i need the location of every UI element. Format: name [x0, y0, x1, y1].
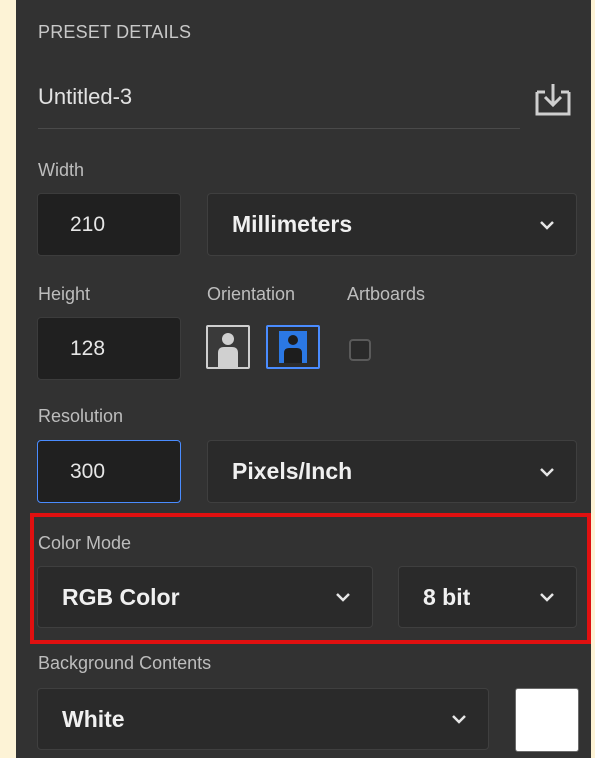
resolution-input[interactable]: 300 — [37, 440, 181, 503]
resolution-label: Resolution — [38, 406, 124, 426]
color-mode-highlight-box — [30, 513, 591, 644]
background-color-swatch[interactable] — [515, 688, 579, 752]
chevron-down-icon — [536, 218, 558, 232]
height-label: Height — [38, 284, 91, 304]
preset-details-title: PRESET DETAILS — [38, 22, 192, 42]
portrait-orientation-button[interactable] — [206, 325, 250, 369]
background-contents-value: White — [62, 705, 125, 732]
chevron-down-icon — [536, 465, 558, 479]
document-name-field[interactable]: Untitled-3 — [38, 84, 132, 110]
portrait-icon — [208, 327, 248, 367]
width-unit-dropdown[interactable]: Millimeters — [207, 193, 577, 256]
preset-details-panel: PRESET DETAILS Untitled-3 Width 210 Mill… — [16, 0, 591, 758]
width-label: Width — [38, 160, 85, 180]
height-input[interactable]: 128 — [37, 317, 181, 380]
resolution-unit-value: Pixels/Inch — [232, 458, 353, 484]
chevron-down-icon — [448, 712, 470, 726]
width-input[interactable]: 210 — [37, 193, 181, 256]
artboards-checkbox[interactable] — [349, 339, 371, 361]
save-preset-icon[interactable] — [533, 82, 573, 118]
background-contents-label: Background Contents — [38, 653, 212, 673]
orientation-label: Orientation — [207, 284, 296, 304]
background-contents-dropdown[interactable]: White — [37, 688, 489, 750]
artboards-label: Artboards — [347, 284, 426, 304]
landscape-orientation-button[interactable] — [266, 325, 320, 369]
resolution-unit-dropdown[interactable]: Pixels/Inch — [207, 440, 577, 503]
name-underline — [38, 128, 520, 129]
landscape-icon — [279, 331, 307, 363]
width-unit-value: Millimeters — [232, 211, 353, 237]
